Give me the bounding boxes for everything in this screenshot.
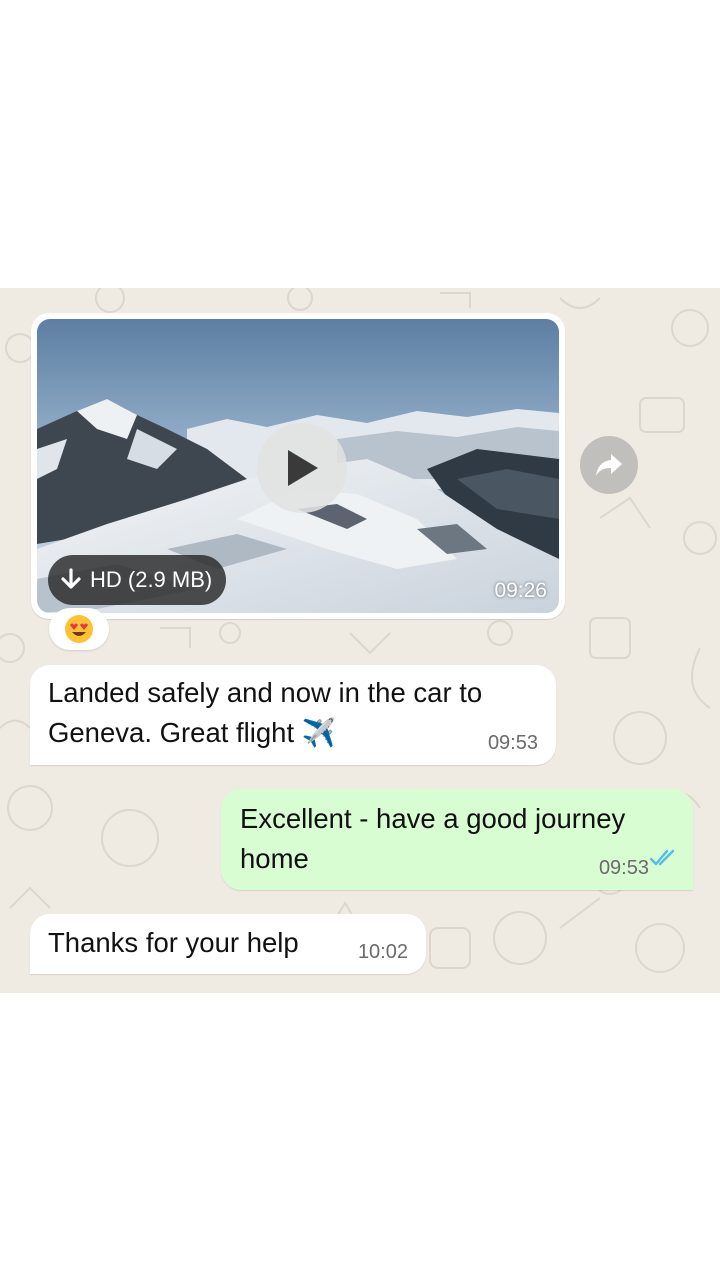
video-thumbnail[interactable]: HD (2.9 MB) 09:26: [37, 319, 559, 613]
chat-area[interactable]: HD (2.9 MB) 09:26 Landed safely and now …: [0, 288, 720, 993]
message-timestamp: 10:02: [357, 941, 408, 963]
download-size-label: HD (2.9 MB): [90, 567, 213, 592]
forward-button[interactable]: [580, 436, 638, 494]
incoming-message-bubble[interactable]: Landed safely and now in the car to Gene…: [30, 665, 556, 765]
message-text-line: Landed safely and now in the car to: [48, 677, 483, 708]
message-text: Landed safely and now in the car to Gene…: [48, 673, 548, 753]
incoming-message-bubble[interactable]: Thanks for your help 10:02: [30, 914, 426, 974]
message-text: Thanks for your help: [48, 927, 299, 958]
play-button[interactable]: [257, 423, 347, 513]
message-timestamp: 09:53: [598, 857, 649, 879]
video-message-bubble[interactable]: HD (2.9 MB) 09:26: [31, 313, 565, 619]
forward-share-icon: [596, 454, 622, 476]
reaction-badge[interactable]: [49, 608, 109, 650]
double-check-read-icon: [649, 838, 677, 878]
message-text-line: Excellent - have a good journey: [240, 803, 626, 834]
message-timestamp: 09:53: [487, 732, 538, 754]
message-text-line: Geneva. Great flight ✈️: [48, 717, 336, 748]
outgoing-message-bubble[interactable]: Excellent - have a good journey home 09:…: [221, 789, 693, 890]
screenshot-page: HD (2.9 MB) 09:26 Landed safely and now …: [0, 0, 720, 1280]
hd-download-button[interactable]: HD (2.9 MB): [48, 555, 227, 605]
heart-eyes-emoji-icon: [65, 615, 93, 643]
download-arrow-icon: [60, 568, 82, 592]
video-timestamp: 09:26: [494, 579, 547, 602]
play-icon: [288, 450, 318, 486]
